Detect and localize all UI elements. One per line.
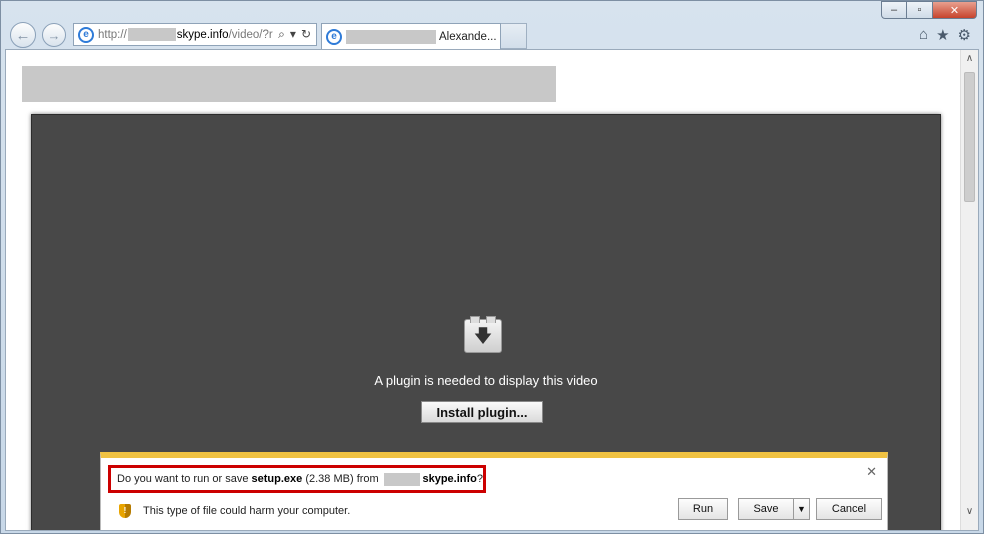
url-path: /video/?r — [228, 28, 273, 41]
url-domain: skype.info — [176, 28, 229, 41]
address-bar[interactable]: e http:// skype.info /video/?r ⌕ ▾ ↻ — [73, 23, 317, 46]
install-plugin-button[interactable]: Install plugin... — [421, 401, 543, 423]
url-scheme: http:// — [98, 28, 127, 41]
run-button[interactable]: Run — [678, 498, 728, 520]
browser-window: ‒ ▫ ✕ ← → e http:// skype.info /video/?r… — [0, 0, 984, 534]
file-size: (2.38 MB) from — [305, 473, 379, 485]
plugin-icon: 🡇 — [464, 316, 502, 353]
close-icon[interactable]: ✕ — [866, 464, 877, 480]
new-tab-button[interactable] — [501, 23, 527, 49]
ie-page-icon: e — [78, 26, 94, 43]
back-button[interactable]: ← — [10, 22, 36, 48]
scroll-thumb[interactable] — [964, 72, 975, 202]
cancel-button[interactable]: Cancel — [816, 498, 882, 520]
browser-toolbar: ← → e http:// skype.info /video/?r ⌕ ▾ ↻… — [1, 19, 983, 51]
redacted-tab-title — [346, 29, 436, 44]
download-domain: skype.info — [422, 473, 477, 485]
redacted-page-title — [22, 66, 556, 102]
refresh-icon[interactable]: ↻ — [301, 27, 311, 42]
plugin-message: A plugin is needed to display this video — [374, 373, 598, 388]
vertical-scrollbar[interactable]: ∧ ∨ — [960, 50, 978, 530]
security-warning: ! This type of file could harm your comp… — [119, 504, 350, 518]
command-icons: ⌂ ★ ⚙ — [919, 26, 971, 44]
scroll-up-icon[interactable]: ∧ — [961, 50, 978, 67]
tab-active[interactable]: e Alexande... — [321, 23, 501, 49]
close-window-button[interactable]: ✕ — [933, 1, 977, 19]
save-button[interactable]: Save — [738, 498, 794, 520]
file-name: setup.exe — [251, 473, 303, 485]
page-viewport: 🡇 A plugin is needed to display this vid… — [5, 49, 979, 531]
scroll-down-icon[interactable]: ∨ — [961, 503, 978, 520]
download-question: Do you want to run or save setup.exe (2.… — [108, 465, 486, 493]
window-controls: ‒ ▫ ✕ — [881, 1, 977, 19]
forward-button[interactable]: → — [42, 23, 66, 47]
minimize-button[interactable]: ‒ — [881, 1, 907, 19]
warning-text: This type of file could harm your comput… — [143, 505, 351, 517]
search-icon[interactable]: ⌕ — [278, 27, 285, 42]
redacted-subdomain — [127, 28, 176, 41]
home-icon[interactable]: ⌂ — [919, 26, 928, 44]
ie-tab-icon: e — [326, 28, 342, 45]
save-dropdown-icon[interactable]: ▼ — [793, 498, 810, 520]
address-dropdown-icon[interactable]: ▾ — [290, 27, 296, 42]
gear-icon[interactable]: ⚙ — [958, 26, 971, 44]
download-notification-bar: ✕ Do you want to run or save setup.exe (… — [100, 452, 888, 530]
favorites-icon[interactable]: ★ — [936, 26, 949, 44]
shield-icon: ! — [119, 504, 131, 518]
redacted-subdomain-2 — [383, 472, 421, 486]
tab-title: Alexande... — [439, 30, 497, 43]
maximize-button[interactable]: ▫ — [907, 1, 933, 19]
